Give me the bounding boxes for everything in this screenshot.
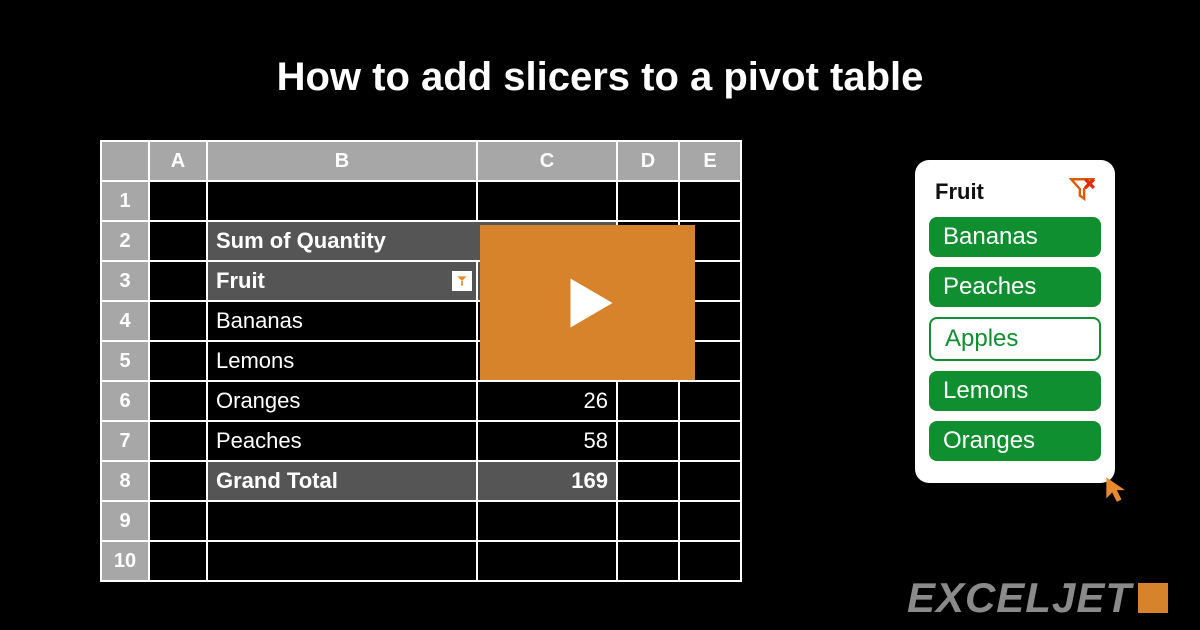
brand-accent-icon: [1138, 583, 1168, 613]
row-header[interactable]: 2: [101, 221, 149, 261]
clear-filter-icon[interactable]: [1069, 176, 1095, 207]
cell[interactable]: [149, 301, 207, 341]
slicer-item[interactable]: Oranges: [929, 421, 1101, 461]
pivot-row-value[interactable]: 58: [477, 421, 617, 461]
row-header[interactable]: 6: [101, 381, 149, 421]
pivot-field-label[interactable]: Fruit: [207, 261, 477, 301]
page-title: How to add slicers to a pivot table: [0, 0, 1200, 100]
row-header[interactable]: 7: [101, 421, 149, 461]
slicer-item[interactable]: Peaches: [929, 267, 1101, 307]
slicer-panel[interactable]: Fruit Bananas Peaches Apples Lemons Oran…: [915, 160, 1115, 483]
corner-cell: [101, 141, 149, 181]
col-header[interactable]: B: [207, 141, 477, 181]
cell[interactable]: [617, 381, 679, 421]
cell[interactable]: [477, 181, 617, 221]
pivot-total-label[interactable]: Grand Total: [207, 461, 477, 501]
cell[interactable]: [617, 541, 679, 581]
play-button[interactable]: [480, 225, 695, 380]
brand-text: EXCELJET: [907, 574, 1132, 622]
col-header[interactable]: E: [679, 141, 741, 181]
cell[interactable]: [149, 341, 207, 381]
pivot-row-name[interactable]: Peaches: [207, 421, 477, 461]
col-header[interactable]: A: [149, 141, 207, 181]
pivot-total-value[interactable]: 169: [477, 461, 617, 501]
dropdown-icon[interactable]: [452, 271, 472, 291]
row-header[interactable]: 10: [101, 541, 149, 581]
row-header[interactable]: 8: [101, 461, 149, 501]
cell[interactable]: [617, 421, 679, 461]
slicer-title: Fruit: [935, 179, 984, 205]
pivot-field-text: Fruit: [216, 268, 265, 293]
slicer-item[interactable]: Bananas: [929, 217, 1101, 257]
cell[interactable]: [679, 501, 741, 541]
brand-logo: EXCELJET: [907, 574, 1168, 622]
col-header[interactable]: C: [477, 141, 617, 181]
cell[interactable]: [207, 541, 477, 581]
slicer-item[interactable]: Apples: [929, 317, 1101, 361]
cell[interactable]: [617, 181, 679, 221]
row-header[interactable]: 4: [101, 301, 149, 341]
cell[interactable]: [149, 261, 207, 301]
col-header[interactable]: D: [617, 141, 679, 181]
cell[interactable]: [149, 381, 207, 421]
pivot-row-name[interactable]: Bananas: [207, 301, 477, 341]
cursor-icon: [1104, 475, 1132, 508]
pivot-row-name[interactable]: Lemons: [207, 341, 477, 381]
cell[interactable]: [679, 181, 741, 221]
cell[interactable]: [149, 221, 207, 261]
cell[interactable]: [149, 501, 207, 541]
pivot-row-value[interactable]: 26: [477, 381, 617, 421]
cell[interactable]: [679, 541, 741, 581]
cell[interactable]: [679, 381, 741, 421]
row-header[interactable]: 3: [101, 261, 149, 301]
cell[interactable]: [617, 461, 679, 501]
row-header[interactable]: 5: [101, 341, 149, 381]
cell[interactable]: [477, 501, 617, 541]
cell[interactable]: [207, 501, 477, 541]
cell[interactable]: [149, 541, 207, 581]
pivot-row-name[interactable]: Oranges: [207, 381, 477, 421]
row-header[interactable]: 1: [101, 181, 149, 221]
cell[interactable]: [617, 501, 679, 541]
row-header[interactable]: 9: [101, 501, 149, 541]
cell[interactable]: [477, 541, 617, 581]
slicer-item[interactable]: Lemons: [929, 371, 1101, 411]
cell[interactable]: [679, 421, 741, 461]
cell[interactable]: [207, 181, 477, 221]
cell[interactable]: [679, 461, 741, 501]
play-icon: [553, 268, 623, 338]
cell[interactable]: [149, 181, 207, 221]
cell[interactable]: [149, 461, 207, 501]
cell[interactable]: [149, 421, 207, 461]
